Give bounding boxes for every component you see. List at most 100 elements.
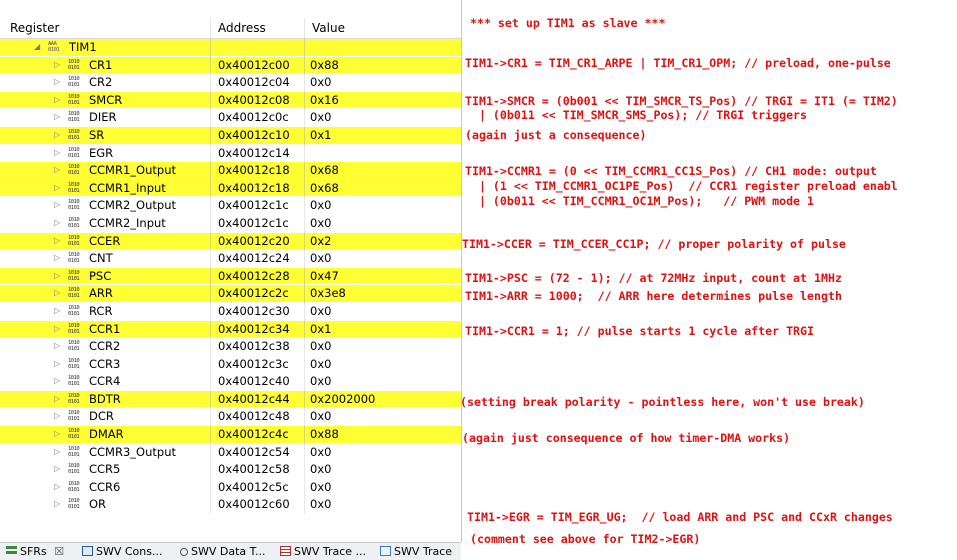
tab-sfrs[interactable]: SFRs ☒ xyxy=(6,545,64,558)
collapsed-arrow-icon[interactable]: ▷ xyxy=(54,499,60,508)
annotation-smcr-cont: | (0b011 << TIM_SMCR_SMS_Pos); // TRGI t… xyxy=(465,108,808,122)
register-name: CCR6 xyxy=(89,479,121,494)
collapsed-arrow-icon[interactable]: ▷ xyxy=(54,324,60,333)
register-value: 0x0 xyxy=(310,215,332,230)
collapsed-arrow-icon[interactable]: ▷ xyxy=(54,148,60,157)
column-divider[interactable] xyxy=(210,18,211,38)
register-row[interactable]: ▷ 1010 0101 CR2 0x40012c04 0x0 xyxy=(0,74,461,92)
register-icon: 1010 0101 xyxy=(68,357,80,370)
annotation-cr1: TIM1->CR1 = TIM_CR1_ARPE | TIM_CR1_OPM; … xyxy=(465,56,891,70)
register-value: 0x0 xyxy=(310,479,332,494)
register-row[interactable]: ▷ 1010 0101 CCMR3_Output 0x40012c54 0x0 xyxy=(0,443,461,462)
register-row[interactable]: ▷ 1010 0101 SMCR 0x40012c08 0x16 xyxy=(0,91,461,110)
register-row[interactable]: ▷ 1010 0101 CCMR2_Input 0x40012c1c 0x0 xyxy=(0,214,461,233)
tab-swv-trace-table[interactable]: SWV Trace ... xyxy=(280,545,366,558)
register-row[interactable]: ▷ 1010 0101 RCR 0x40012c30 0x0 xyxy=(0,302,461,321)
register-row[interactable]: ▷ 1010 0101 CNT 0x40012c24 0x0 xyxy=(0,250,461,268)
cell-divider xyxy=(210,478,211,497)
cell-divider xyxy=(210,144,211,163)
collapsed-arrow-icon[interactable]: ▷ xyxy=(54,130,60,139)
register-row[interactable]: ▷ 1010 0101 OR 0x40012c60 0x0 xyxy=(0,496,461,515)
register-value: 0x0 xyxy=(310,198,332,213)
collapsed-arrow-icon[interactable]: ▷ xyxy=(54,376,60,385)
tab-swv-console[interactable]: SWV Cons... xyxy=(82,545,162,558)
register-icon: 1010 0101 xyxy=(68,164,80,177)
register-row[interactable]: ▷ 1010 0101 DIER 0x40012c0c 0x0 xyxy=(0,109,461,127)
collapsed-arrow-icon[interactable]: ▷ xyxy=(54,447,60,456)
register-row[interactable]: ▷ 1010 0101 CR1 0x40012c00 0x88 xyxy=(0,56,461,75)
collapsed-arrow-icon[interactable]: ▷ xyxy=(54,411,60,420)
tree-group-tim1[interactable]: ◢ AAA 0101 TIM1 xyxy=(0,39,461,57)
collapsed-arrow-icon[interactable]: ▷ xyxy=(54,429,60,438)
collapsed-arrow-icon[interactable]: ▷ xyxy=(54,77,60,86)
register-row[interactable]: ▷ 1010 0101 ARR 0x40012c2c 0x3e8 xyxy=(0,285,461,303)
register-row[interactable]: ▷ 1010 0101 DMAR 0x40012c4c 0x88 xyxy=(0,426,461,444)
collapsed-arrow-icon[interactable]: ▷ xyxy=(54,253,60,262)
cell-divider xyxy=(304,496,305,515)
register-row[interactable]: ▷ 1010 0101 CCR1 0x40012c34 0x1 xyxy=(0,320,461,339)
register-row[interactable]: ▷ 1010 0101 PSC 0x40012c28 0x47 xyxy=(0,267,461,286)
cell-divider xyxy=(304,285,305,303)
collapsed-arrow-icon[interactable]: ▷ xyxy=(54,183,60,192)
register-row[interactable]: ▷ 1010 0101 EGR 0x40012c14 xyxy=(0,144,461,163)
column-header-value[interactable]: Value xyxy=(312,21,345,35)
cell-divider xyxy=(210,250,211,268)
register-row[interactable]: ▷ 1010 0101 CCMR2_Output 0x40012c1c 0x0 xyxy=(0,197,461,215)
collapsed-arrow-icon[interactable]: ▷ xyxy=(54,306,60,315)
cell-divider xyxy=(304,408,305,427)
cell-divider xyxy=(210,373,211,391)
cell-divider xyxy=(210,355,211,374)
collapsed-arrow-icon[interactable]: ▷ xyxy=(54,341,60,350)
register-row[interactable]: ▷ 1010 0101 SR 0x40012c10 0x1 xyxy=(0,126,461,145)
group-name: TIM1 xyxy=(69,40,97,54)
register-row[interactable]: ▷ 1010 0101 BDTR 0x40012c44 0x2002000 xyxy=(0,390,461,409)
collapsed-arrow-icon[interactable]: ▷ xyxy=(54,359,60,368)
annotation-dmar: (again just consequence of how timer-DMA… xyxy=(462,431,791,445)
collapsed-arrow-icon[interactable]: ▷ xyxy=(54,236,60,245)
column-header-address[interactable]: Address xyxy=(218,21,266,35)
register-icon: 1010 0101 xyxy=(68,128,80,141)
register-value: 0x0 xyxy=(310,251,332,266)
annotation-arr: TIM1->ARR = 1000; // ARR here determines… xyxy=(465,289,842,303)
collapsed-arrow-icon[interactable]: ▷ xyxy=(54,165,60,174)
register-address: 0x40012c30 xyxy=(218,303,290,318)
close-icon[interactable]: ☒ xyxy=(54,545,64,558)
register-row[interactable]: ▷ 1010 0101 CCMR1_Output 0x40012c18 0x68 xyxy=(0,162,461,180)
view-tab-bar: SFRs ☒ SWV Cons... SWV Data T... SWV Tra… xyxy=(0,542,461,560)
register-name: BDTR xyxy=(89,391,121,406)
tab-label: SWV Trace ... xyxy=(294,545,367,558)
column-header-register[interactable]: Register xyxy=(10,21,59,35)
register-row[interactable]: ▷ 1010 0101 CCR3 0x40012c3c 0x0 xyxy=(0,355,461,374)
collapsed-arrow-icon[interactable]: ▷ xyxy=(54,464,60,473)
register-row[interactable]: ▷ 1010 0101 CCR6 0x40012c5c 0x0 xyxy=(0,478,461,497)
cell-divider xyxy=(210,56,211,75)
register-name: CCMR2_Input xyxy=(89,215,166,230)
register-row[interactable]: ▷ 1010 0101 CCR4 0x40012c40 0x0 xyxy=(0,373,461,391)
register-row[interactable]: ▷ 1010 0101 CCR5 0x40012c58 0x0 xyxy=(0,461,461,479)
register-name: CR1 xyxy=(89,57,113,72)
register-row[interactable]: ▷ 1010 0101 CCR2 0x40012c38 0x0 xyxy=(0,338,461,356)
tab-swv-data-trace[interactable]: SWV Data T... xyxy=(180,545,266,558)
register-row[interactable]: ▷ 1010 0101 CCER 0x40012c20 0x2 xyxy=(0,232,461,251)
register-name: CCR5 xyxy=(89,462,121,477)
register-row[interactable]: ▷ 1010 0101 DCR 0x40012c48 0x0 xyxy=(0,408,461,427)
collapsed-arrow-icon[interactable]: ▷ xyxy=(54,271,60,280)
column-divider[interactable] xyxy=(304,18,305,38)
cell-divider xyxy=(210,197,211,215)
cell-divider xyxy=(304,179,305,198)
register-icon: 1010 0101 xyxy=(68,322,80,335)
collapsed-arrow-icon[interactable]: ▷ xyxy=(54,95,60,104)
collapsed-arrow-icon[interactable]: ▷ xyxy=(54,60,60,69)
collapsed-arrow-icon[interactable]: ▷ xyxy=(54,394,60,403)
cell-divider xyxy=(304,214,305,233)
register-address: 0x40012c5c xyxy=(218,479,289,494)
tab-swv-trace-graph[interactable]: SWV Trace xyxy=(380,545,452,558)
collapsed-arrow-icon[interactable]: ▷ xyxy=(54,200,60,209)
collapsed-arrow-icon[interactable]: ▷ xyxy=(54,218,60,227)
collapsed-arrow-icon[interactable]: ▷ xyxy=(54,112,60,121)
collapsed-arrow-icon[interactable]: ▷ xyxy=(54,288,60,297)
register-row[interactable]: ▷ 1010 0101 CCMR1_Input 0x40012c18 0x68 xyxy=(0,179,461,198)
collapsed-arrow-icon[interactable]: ▷ xyxy=(54,482,60,491)
expand-arrow-icon[interactable]: ◢ xyxy=(34,42,40,51)
register-icon: 1010 0101 xyxy=(68,340,80,353)
